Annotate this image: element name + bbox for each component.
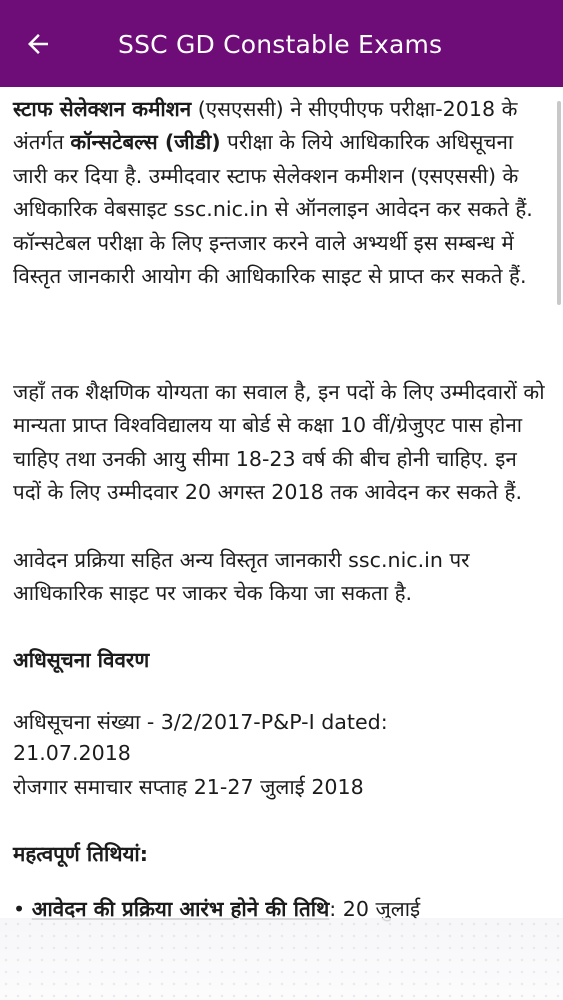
arrow-left-icon	[28, 34, 48, 54]
notification-date: 21.07.2018	[13, 741, 131, 765]
important-dates-heading: महत्वपूर्ण तिथियां:	[13, 842, 148, 866]
employment-news-week: रोजगार समाचार सप्ताह 21-27 जुलाई 2018	[13, 775, 364, 799]
commission-name-bold: स्टाफ सेलेक्शन कमीशन	[13, 97, 192, 121]
application-paragraph: आवेदन प्रक्रिया सहित अन्य विस्तृत जानकार…	[13, 548, 470, 606]
notification-number: अधिसूचना संख्या - 3/2/2017-P&P-I dated:	[13, 710, 388, 734]
bottom-fade-overlay	[0, 918, 563, 1000]
eligibility-paragraph: जहाँ तक शैक्षणिक योग्यता का सवाल है, इन …	[13, 380, 545, 505]
scrollbar[interactable]	[557, 101, 561, 305]
page-title: SSC GD Constable Exams	[118, 30, 443, 59]
post-name-bold: कॉन्सटेबल्स (जीडी)	[70, 130, 221, 155]
notification-heading: अधिसूचना विवरण	[13, 648, 150, 672]
back-button[interactable]	[18, 24, 58, 64]
intro-paragraph: स्टाफ सेलेक्शन कमीशन (एसएससी) ने सीएपीएफ…	[13, 93, 549, 293]
app-bar: SSC GD Constable Exams	[0, 0, 563, 87]
